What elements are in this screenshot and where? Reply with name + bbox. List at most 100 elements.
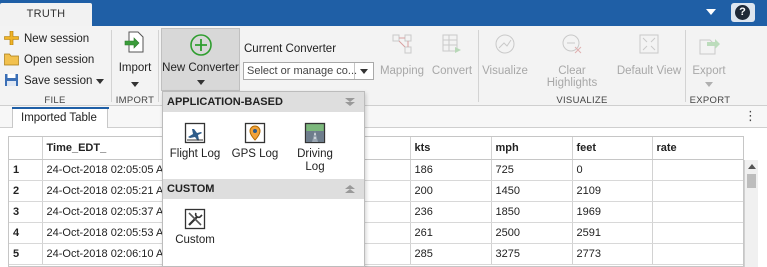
mph-cell[interactable]: 186: [410, 159, 492, 181]
table-cell: [652, 180, 743, 202]
time-cell[interactable]: 24-Oct-2018 02:05:53 AM: [42, 222, 166, 244]
convert-button[interactable]: Convert: [430, 32, 474, 77]
collapse-chevron-icon[interactable]: [344, 97, 356, 107]
row-number-header: [9, 137, 43, 160]
feet-cell[interactable]: 3275: [491, 243, 573, 265]
export-button[interactable]: Export: [689, 32, 729, 87]
feet-cell[interactable]: 1850: [491, 201, 573, 223]
flight-log-item[interactable]: Flight Log: [167, 122, 223, 161]
table-row[interactable]: 2 24-Oct-2018 02:05:21 AM 174 200 1450 2…: [9, 180, 743, 202]
convert-icon: [442, 34, 461, 53]
custom-header[interactable]: CUSTOM: [163, 179, 364, 199]
rate-cell[interactable]: 2773: [572, 243, 653, 265]
table-row[interactable]: 3 24-Oct-2018 02:05:37 AM 205 236 1850 1…: [9, 201, 743, 223]
current-converter-title: Current Converter: [244, 43, 337, 55]
table-cell: [652, 222, 743, 244]
mapping-icon: [392, 34, 412, 54]
rate-cell[interactable]: 2591: [572, 222, 653, 244]
new-session-button[interactable]: New session: [4, 30, 89, 48]
imported-table: Time_EDT_ se kts mph feet rate 1 24-Oct-…: [8, 136, 744, 267]
visualize-button[interactable]: Visualize: [482, 32, 528, 77]
row-number: 5: [9, 243, 43, 265]
row-number: 1: [9, 159, 43, 181]
combobox-arrow[interactable]: [354, 63, 373, 79]
gps-log-label: GPS Log: [231, 148, 279, 160]
custom-item[interactable]: Custom: [169, 208, 221, 247]
import-button[interactable]: Import: [114, 30, 156, 92]
scroll-up-icon[interactable]: [748, 164, 756, 169]
driving-log-icon: [304, 122, 326, 144]
export-icon: [699, 39, 720, 55]
driving-log-item[interactable]: Driving Log: [289, 122, 341, 174]
current-converter-placeholder: Select or manage co...: [247, 65, 358, 77]
default-view-icon: [639, 34, 659, 54]
open-session-button[interactable]: Open session: [4, 51, 94, 69]
visualize-label: Visualize: [482, 65, 528, 77]
rate-cell[interactable]: 0: [572, 159, 653, 181]
import-label: Import: [118, 62, 152, 74]
flight-log-label: Flight Log: [169, 148, 221, 160]
application-based-header[interactable]: APPLICATION-BASED: [163, 92, 364, 112]
gps-log-item[interactable]: GPS Log: [227, 122, 283, 161]
rate-cell[interactable]: 1969: [572, 201, 653, 223]
column-header[interactable]: feet: [572, 137, 653, 160]
clear-highlights-button[interactable]: Clear Highlights: [533, 32, 611, 89]
driving-log-label-line1: Driving: [297, 148, 333, 160]
vertical-scrollbar[interactable]: [744, 160, 758, 267]
new-session-label: New session: [24, 33, 90, 45]
feet-cell[interactable]: 725: [491, 159, 573, 181]
new-converter-label: New Converter: [162, 62, 239, 74]
help-button[interactable]: ?: [731, 3, 755, 22]
time-cell[interactable]: 24-Oct-2018 02:05:05 AM: [42, 159, 166, 181]
save-session-dropdown-icon[interactable]: [96, 79, 104, 84]
custom-title: CUSTOM: [167, 183, 215, 195]
default-view-button[interactable]: Default View: [616, 32, 682, 77]
new-converter-dropdown-icon: [197, 80, 205, 85]
custom-label: Custom: [175, 234, 215, 246]
tab-truth[interactable]: TRUTH: [0, 3, 92, 26]
add-circle-icon: [190, 34, 212, 56]
column-header[interactable]: Time_EDT_: [42, 137, 166, 160]
new-converter-button[interactable]: New Converter: [161, 28, 240, 91]
document-tab-strip: Imported Table ⋮: [0, 106, 767, 128]
flight-log-icon: [184, 122, 206, 144]
collapse-chevron-icon[interactable]: [344, 184, 356, 194]
table-cell: [652, 201, 743, 223]
table-row[interactable]: 5 24-Oct-2018 02:06:10 AM 248 285 3275 2…: [9, 243, 743, 265]
tab-imported-table[interactable]: Imported Table: [12, 107, 109, 128]
export-dropdown-icon[interactable]: [705, 82, 713, 87]
save-session-button[interactable]: Save session: [4, 72, 108, 90]
mph-cell[interactable]: 200: [410, 180, 492, 202]
visualize-icon: [495, 34, 515, 54]
open-session-label: Open session: [24, 54, 95, 66]
feet-cell[interactable]: 2500: [491, 222, 573, 244]
export-label: Export: [692, 65, 726, 77]
current-converter-combobox[interactable]: Select or manage co...: [243, 62, 374, 80]
mapping-label: Mapping: [379, 65, 425, 77]
table-cell: [652, 243, 743, 265]
table-row[interactable]: 1 24-Oct-2018 02:05:05 AM 162 186 725 0: [9, 159, 743, 181]
time-cell[interactable]: 24-Oct-2018 02:05:37 AM: [42, 201, 166, 223]
feet-cell[interactable]: 1450: [491, 180, 573, 202]
column-header[interactable]: mph: [491, 137, 573, 160]
more-options-icon[interactable]: ⋮: [744, 108, 757, 124]
mph-cell[interactable]: 236: [410, 201, 492, 223]
table-row[interactable]: 4 24-Oct-2018 02:05:53 AM 227 261 2500 2…: [9, 222, 743, 244]
separator: [478, 30, 479, 102]
row-number: 3: [9, 201, 43, 223]
mapping-button[interactable]: Mapping: [378, 32, 426, 77]
time-cell[interactable]: 24-Oct-2018 02:06:10 AM: [42, 243, 166, 265]
import-dropdown-icon[interactable]: [131, 82, 139, 87]
rate-cell[interactable]: 2109: [572, 180, 653, 202]
column-header[interactable]: rate: [652, 137, 743, 160]
folder-icon: [4, 53, 19, 66]
column-header[interactable]: kts: [410, 137, 492, 160]
quick-access-caret-icon[interactable]: [706, 9, 716, 15]
app-window: TRUTH ? New session Open session Save se…: [0, 0, 767, 267]
mph-cell[interactable]: 261: [410, 222, 492, 244]
clear-highlights-label: Clear Highlights: [546, 65, 598, 89]
scroll-thumb[interactable]: [747, 174, 756, 188]
table-header-row: Time_EDT_ se kts mph feet rate: [9, 137, 743, 160]
mph-cell[interactable]: 285: [410, 243, 492, 265]
time-cell[interactable]: 24-Oct-2018 02:05:21 AM: [42, 180, 166, 202]
